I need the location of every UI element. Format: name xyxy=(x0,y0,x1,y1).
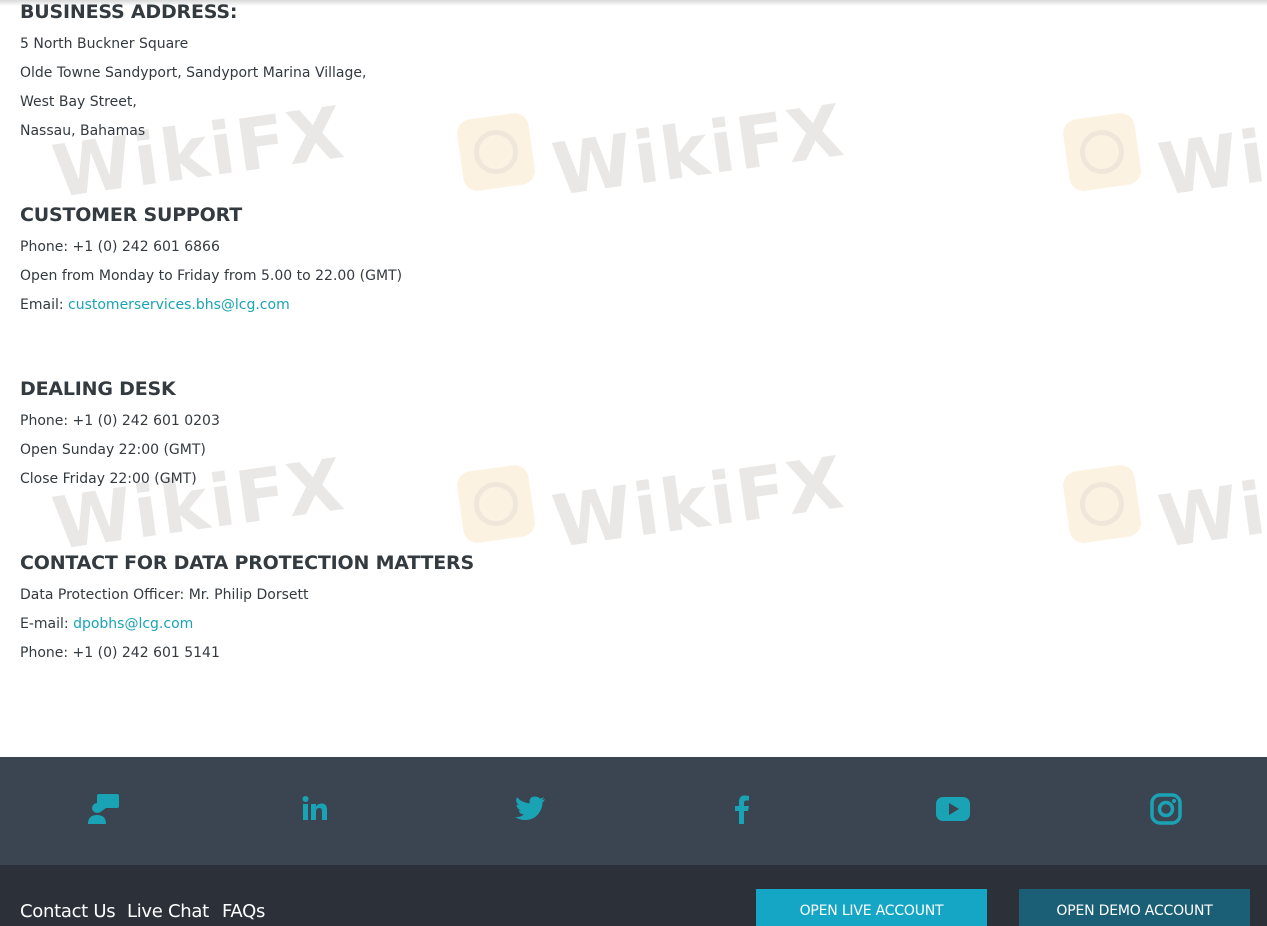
dpo-name: Data Protection Officer: Mr. Philip Dors… xyxy=(20,587,309,603)
dealing-close-time: Close Friday 22:00 (GMT) xyxy=(20,471,197,487)
faqs-link[interactable]: FAQs xyxy=(222,901,265,922)
support-email-row: Email: customerservices.bhs@lcg.com xyxy=(20,291,402,320)
linkedin-icon[interactable] xyxy=(297,791,333,827)
section-title: DEALING DESK xyxy=(20,378,176,400)
watermark-logo-icon xyxy=(455,111,537,193)
support-email-link[interactable]: customerservices.bhs@lcg.com xyxy=(68,297,290,313)
address-line: West Bay Street, xyxy=(20,94,137,110)
instagram-icon[interactable] xyxy=(1148,791,1184,827)
watermark-text: WikiFX xyxy=(547,87,850,213)
customer-support-section: CUSTOMER SUPPORT Phone: +1 (0) 242 601 6… xyxy=(20,203,402,320)
dealing-phone: Phone: +1 (0) 242 601 0203 xyxy=(20,413,220,429)
contact-us-link[interactable]: Contact Us xyxy=(20,901,116,922)
section-title: CONTACT FOR DATA PROTECTION MATTERS xyxy=(20,552,474,574)
address-line: Nassau, Bahamas xyxy=(20,123,146,139)
twitter-icon[interactable] xyxy=(512,791,548,827)
dealing-open-time: Open Sunday 22:00 (GMT) xyxy=(20,442,206,458)
youtube-icon[interactable] xyxy=(935,791,971,827)
open-live-account-button[interactable]: OPEN LIVE ACCOUNT xyxy=(756,889,987,926)
email-label: Email: xyxy=(20,297,69,313)
chat-icon[interactable] xyxy=(86,791,122,827)
watermark-logo-icon xyxy=(1061,111,1143,193)
watermark-text: WikiFX xyxy=(547,439,850,565)
dpo-email-link[interactable]: dpobhs@lcg.com xyxy=(73,616,193,632)
dealing-desk-section: DEALING DESK Phone: +1 (0) 242 601 0203 … xyxy=(20,377,220,494)
watermark-text: WikiFX xyxy=(1153,87,1267,213)
address-line: 5 North Buckner Square xyxy=(20,36,189,52)
facebook-icon[interactable] xyxy=(723,791,759,827)
address-line: Olde Towne Sandyport, Sandyport Marina V… xyxy=(20,65,367,81)
support-hours: Open from Monday to Friday from 5.00 to … xyxy=(20,268,403,284)
dpo-phone: Phone: +1 (0) 242 601 5141 xyxy=(20,645,220,661)
business-address-section: BUSINESS ADDRESS: 5 North Buckner Square… xyxy=(20,0,366,146)
footer-bar: Contact Us Live Chat FAQs OPEN LIVE ACCO… xyxy=(0,865,1267,926)
watermark-text: WikiFX xyxy=(1153,439,1267,565)
watermark-logo-icon xyxy=(455,463,537,545)
open-demo-account-button[interactable]: OPEN DEMO ACCOUNT xyxy=(1019,889,1250,926)
social-bar xyxy=(0,757,1267,865)
section-title: BUSINESS ADDRESS: xyxy=(20,1,238,23)
support-phone: Phone: +1 (0) 242 601 6866 xyxy=(20,239,220,255)
live-chat-link[interactable]: Live Chat xyxy=(127,901,209,922)
section-title: CUSTOMER SUPPORT xyxy=(20,204,242,226)
data-protection-section: CONTACT FOR DATA PROTECTION MATTERS Data… xyxy=(20,551,474,668)
email-label: E-mail: xyxy=(20,616,74,632)
watermark-logo-icon xyxy=(1061,463,1143,545)
dpo-email-row: E-mail: dpobhs@lcg.com xyxy=(20,610,474,639)
